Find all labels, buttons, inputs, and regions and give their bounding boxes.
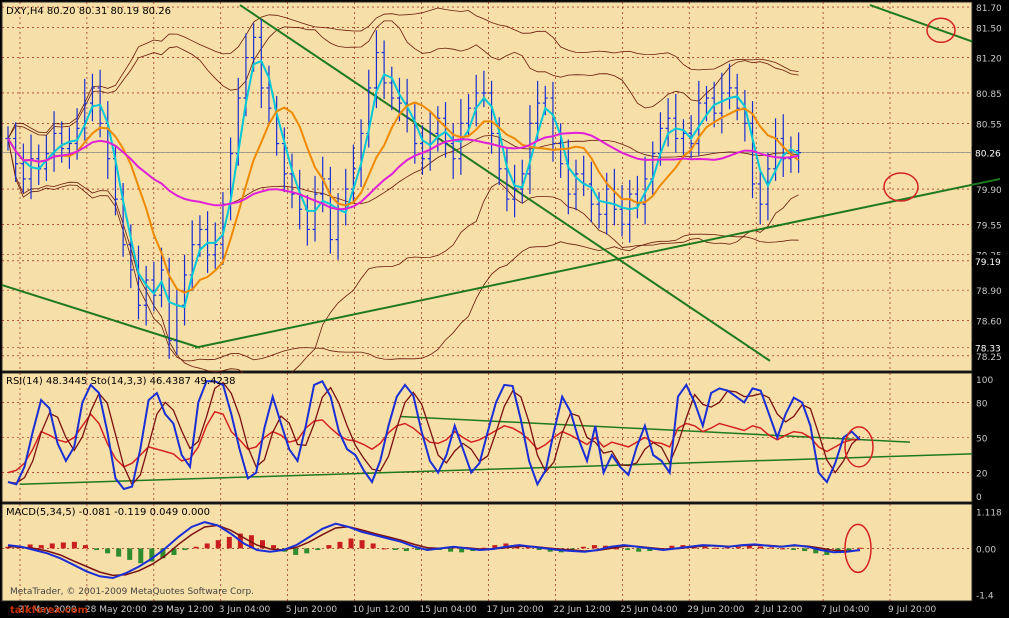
macd-histogram-bar — [337, 541, 343, 549]
price-axis-label: 81.20 — [976, 55, 1002, 65]
macd-histogram-bar — [625, 548, 631, 551]
price-axis-label: 81.70 — [976, 4, 1002, 14]
macd-histogram-bar — [193, 546, 199, 549]
time-axis-label: 29 May 12:00 — [152, 605, 214, 615]
macd-histogram-bar — [304, 548, 310, 554]
price-axis-label: 79.90 — [976, 186, 1002, 196]
macd-histogram-bar — [381, 548, 387, 550]
time-axis-label: 17 Jun 20:00 — [486, 605, 543, 615]
price-axis-label: 78.90 — [976, 287, 1002, 297]
oscillator-panel-title: RSI(14) 48.3445 Sto(14,3,3) 46.4387 49.4… — [6, 376, 236, 387]
price-panel-title: DXY,H4 80.20 80.31 80.19 80.26 — [6, 6, 171, 17]
price-axis-label: 78.25 — [976, 353, 1002, 363]
chart-window: 81.70 81.50 81.20 80.85 80.55 80.26 79.90 79.55… — [0, 0, 1009, 618]
oscillator-axis-label: 80 — [976, 399, 988, 409]
price-axis-label: 80.85 — [976, 90, 1002, 100]
time-axis-label: 10 Jun 12:00 — [353, 605, 410, 615]
macd-histogram-bar — [591, 545, 597, 549]
macd-histogram-bar — [116, 548, 122, 557]
price-axis-label: 81.50 — [976, 24, 1002, 34]
oscillator-axis-label: 100 — [976, 376, 993, 386]
macd-histogram-bar — [348, 538, 354, 549]
time-axis-label: 9 Jul 20:00 — [888, 605, 937, 615]
macd-histogram-bar — [315, 548, 321, 551]
macd-histogram-bar — [713, 547, 719, 549]
macd-histogram-bar — [448, 548, 454, 552]
macd-histogram-bar — [49, 543, 55, 549]
macd-histogram-bar — [403, 548, 409, 552]
macd-histogram-bar — [226, 536, 232, 549]
price-axis-label: 80.55 — [976, 120, 1002, 130]
macd-histogram-bar — [370, 543, 376, 549]
macd-histogram-bar — [636, 548, 642, 552]
oscillator-axis-label: 0 — [976, 493, 982, 503]
time-axis-label: 5 Jun 20:00 — [286, 605, 338, 615]
macd-histogram-bar — [580, 546, 586, 549]
time-axis-label: 28 May 20:00 — [85, 605, 147, 615]
macd-histogram-bar — [802, 548, 808, 552]
oscillator-axis-label: 50 — [976, 435, 988, 445]
price-tag-label: 79.19 — [975, 258, 1001, 268]
copyright-text: MetaTrader, © 2001-2009 MetaQuotes Softw… — [10, 587, 254, 597]
macd-histogram-bar — [105, 548, 111, 554]
time-axis-label: 25 Jun 04:00 — [620, 605, 677, 615]
macd-histogram-bar — [392, 548, 398, 551]
macd-histogram-bar — [293, 548, 299, 555]
macd-histogram-bar — [94, 548, 100, 551]
macd-panel-title: MACD(5,34,5) -0.081 -0.119 0.049 0.000 — [6, 507, 210, 518]
macd-histogram-bar — [780, 548, 786, 550]
macd-histogram-bar — [702, 546, 708, 549]
macd-histogram-bar — [215, 540, 221, 549]
macd-histogram-bar — [326, 545, 332, 549]
time-axis-label: 29 Jun 20:00 — [687, 605, 744, 615]
macd-histogram-bar — [459, 548, 465, 553]
macd-histogram-bar — [359, 540, 365, 549]
macd-axis-label: -1.4 — [976, 591, 994, 601]
macd-axis-label: 1.118 — [976, 509, 1002, 519]
macd-histogram-bar — [127, 548, 133, 560]
macd-histogram-bar — [82, 545, 88, 549]
time-axis-label: 2 Jul 12:00 — [754, 605, 803, 615]
rsi-stoch-panel[interactable]: 100 80 50 20 0 RSI(14) 48.3445 Sto(14,3,3) 4… — [1, 372, 993, 503]
macd-histogram-bar — [857, 547, 863, 549]
site-watermark: talkforex.com — [10, 605, 88, 616]
price-axis-label: 78.60 — [976, 317, 1002, 327]
macd-histogram-bar — [138, 548, 144, 564]
oscillator-axis-label: 20 — [976, 470, 988, 480]
macd-histogram-bar — [204, 543, 210, 549]
time-axis-label: 22 Jun 12:00 — [553, 605, 610, 615]
macd-axis-label: 0.00 — [976, 545, 996, 555]
macd-histogram-bar — [71, 541, 77, 549]
macd-histogram-bar — [60, 542, 66, 549]
macd-histogram-bar — [768, 547, 774, 549]
macd-histogram-bar — [791, 548, 797, 551]
macd-histogram-bar — [757, 546, 763, 549]
price-axis-label: 79.55 — [976, 221, 1002, 231]
time-axis-label: 7 Jul 04:00 — [821, 605, 870, 615]
macd-histogram-bar — [271, 545, 277, 549]
price-panel[interactable]: 81.70 81.50 81.20 80.85 80.55 80.26 79.90 79.55… — [1, 1, 1002, 394]
macd-histogram-bar — [735, 546, 741, 549]
price-tag-label: 80.26 — [975, 150, 1001, 160]
macd-histogram-bar — [182, 548, 188, 551]
time-axis-label: 3 Jun 04:00 — [219, 605, 271, 615]
time-axis-label: 15 Jun 04:00 — [420, 605, 477, 615]
macd-histogram-bar — [38, 545, 44, 549]
